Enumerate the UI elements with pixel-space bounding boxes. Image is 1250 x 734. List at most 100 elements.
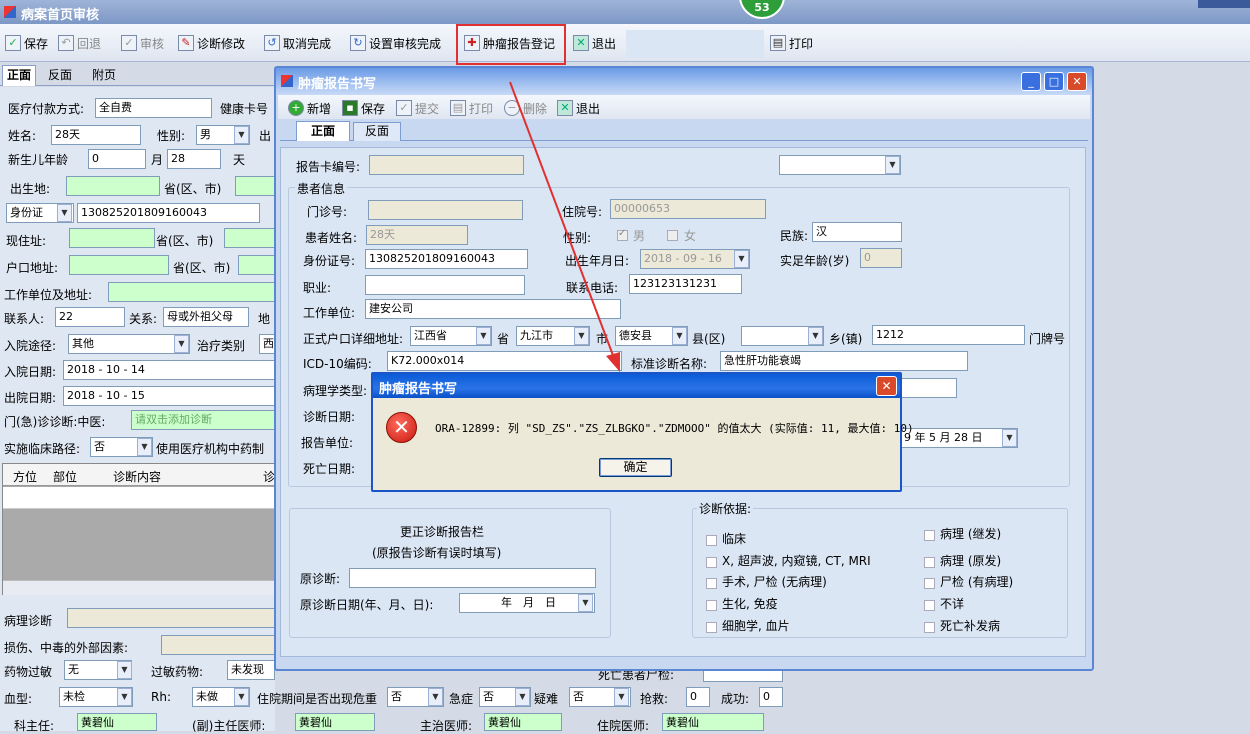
hukou-city-field[interactable] [238,255,275,275]
rescue-field[interactable]: 0 [686,687,710,707]
report-date-field[interactable]: 9 年 5 月 28 日 [900,428,1018,448]
corner-handle[interactable] [1198,0,1250,8]
street-field[interactable]: 1212 [872,325,1025,345]
ok-button[interactable]: 确定 [599,458,672,477]
tab-appendix[interactable]: 附页 [84,66,124,86]
tumor-save-button[interactable]: ▪ 保存 [342,96,385,120]
tumor-register-button[interactable]: ✚ 肿瘤报告登记 [464,31,555,55]
basis-checkbox[interactable] [924,600,935,611]
gender-dropdown-icon[interactable]: ▼ [234,126,249,144]
card-no-field[interactable] [369,155,524,175]
newborn-month-field[interactable]: 28 [167,149,221,169]
basis-checkbox[interactable] [706,557,717,568]
phone-field[interactable]: 123123131231 [629,274,742,294]
basis-checkbox[interactable] [706,600,717,611]
id-type-dropdown-icon[interactable]: ▼ [57,204,72,222]
save-button[interactable]: ✓ 保存 [5,31,48,55]
success-field[interactable]: 0 [759,687,783,707]
tumor-tab-back[interactable]: 反面 [353,122,401,141]
cancel-done-button[interactable]: ↺ 取消完成 [264,31,331,55]
allergy-dropdown-icon[interactable]: ▼ [117,661,132,679]
pathology-type-field[interactable] [900,378,957,398]
nation-field[interactable]: 汉 [812,222,902,242]
minimize-button[interactable]: _ [1021,72,1041,91]
rollback-button[interactable]: ↶ 回退 [58,31,101,55]
tumor-delete-button[interactable]: − 删除 [504,96,547,120]
patient-name-field[interactable]: 28天 [366,225,468,245]
work-field[interactable] [108,282,275,302]
outpatient-field[interactable] [368,200,523,220]
table-row[interactable] [3,487,276,509]
tumor-exit-button[interactable]: ✕ 退出 [557,96,600,120]
card-type-dropdown-icon[interactable]: ▼ [885,156,900,174]
audit-button[interactable]: ✓ 审核 [121,31,164,55]
address-province-field[interactable] [69,228,155,248]
basis-checkbox[interactable] [706,535,717,546]
tumor-submit-button[interactable]: ✓ 提交 [396,96,439,120]
id-number-field[interactable]: 130825201809160043 [77,203,260,223]
name-field[interactable]: 28天 [51,125,141,145]
danger-dropdown-icon[interactable]: ▼ [428,688,443,706]
std-diag-field[interactable]: 急性肝功能衰竭 [720,351,968,371]
orig-diag-field[interactable] [349,568,596,588]
maximize-button[interactable]: □ [1044,72,1064,91]
tumor-add-button[interactable]: + 新增 [288,96,331,120]
hukou-province-field[interactable] [69,255,169,275]
idcard-field[interactable]: 130825201809160043 [365,249,528,269]
table-scrollbar[interactable] [3,580,276,595]
admit-route-field[interactable]: 其他 [68,334,190,354]
exit-button[interactable]: ✕ 退出 [573,31,616,55]
close-button[interactable]: ✕ [1067,72,1087,91]
tumor-print-button[interactable]: ▤ 打印 [450,96,493,120]
basis-checkbox[interactable] [706,578,717,589]
pathology-field[interactable] [67,608,275,628]
report-date-dropdown-icon[interactable]: ▼ [1002,429,1017,447]
address-city-field[interactable] [224,228,275,248]
city-dropdown-icon[interactable]: ▼ [574,327,589,345]
set-done-button[interactable]: ↻ 设置审核完成 [350,31,441,55]
vice-field[interactable]: 黄碧仙 [295,713,375,731]
acute-dropdown-icon[interactable]: ▼ [515,688,530,706]
province-dropdown-icon[interactable]: ▼ [476,327,491,345]
basis-checkbox[interactable] [924,530,935,541]
birthplace-province-field[interactable] [66,176,160,196]
hard-dropdown-icon[interactable]: ▼ [614,688,629,706]
rh-dropdown-icon[interactable]: ▼ [234,688,249,706]
female-checkbox[interactable] [667,230,678,241]
basis-checkbox[interactable] [924,622,935,633]
age-field[interactable]: 0 [860,248,902,268]
er-diag-field[interactable]: 请双击添加诊断 [131,410,275,430]
birthplace-city-field[interactable] [235,176,275,196]
director-field[interactable]: 黄碧仙 [77,713,157,731]
diag-edit-button[interactable]: ✎ 诊断修改 [178,31,245,55]
tab-back[interactable]: 反面 [40,66,80,86]
orig-date-dropdown-icon[interactable]: ▼ [578,594,593,612]
town-dropdown-icon[interactable]: ▼ [808,327,823,345]
basis-checkbox[interactable] [924,557,935,568]
job-field[interactable] [365,275,525,295]
attending-field[interactable]: 黄碧仙 [484,713,562,731]
inpatient-field[interactable]: 00000653 [610,199,766,219]
basis-checkbox[interactable] [924,578,935,589]
discharge-date-field[interactable]: 2018 - 10 - 15 [63,386,275,406]
contact-field[interactable]: 22 [55,307,125,327]
birthday-dropdown-icon[interactable]: ▼ [734,250,749,268]
newborn-year-field[interactable]: 0 [88,149,146,169]
error-close-button[interactable]: ✕ [876,376,897,396]
resident-field[interactable]: 黄碧仙 [662,713,764,731]
orig-date-field[interactable]: 年 月 日 [459,593,595,613]
allergy-drug-field[interactable]: 未发现 [227,660,275,680]
blood-dropdown-icon[interactable]: ▼ [117,688,132,706]
injury-field[interactable] [161,635,275,655]
relation-field[interactable]: 母或外祖父母 [163,307,249,327]
payment-field[interactable]: 全自费 [95,98,212,118]
icd-field[interactable]: K72.000x014 [387,351,622,371]
print-button[interactable]: ▤ 打印 [770,31,813,55]
tumor-tab-front[interactable]: 正面 [296,121,350,141]
male-checkbox[interactable]: ✓ [617,228,628,241]
admit-date-field[interactable]: 2018 - 10 - 14 [63,360,275,380]
admit-route-dropdown-icon[interactable]: ▼ [174,335,189,353]
card-type-select[interactable] [779,155,901,175]
treat-type-field[interactable]: 西 [259,334,275,354]
tab-front[interactable]: 正面 [2,65,36,86]
